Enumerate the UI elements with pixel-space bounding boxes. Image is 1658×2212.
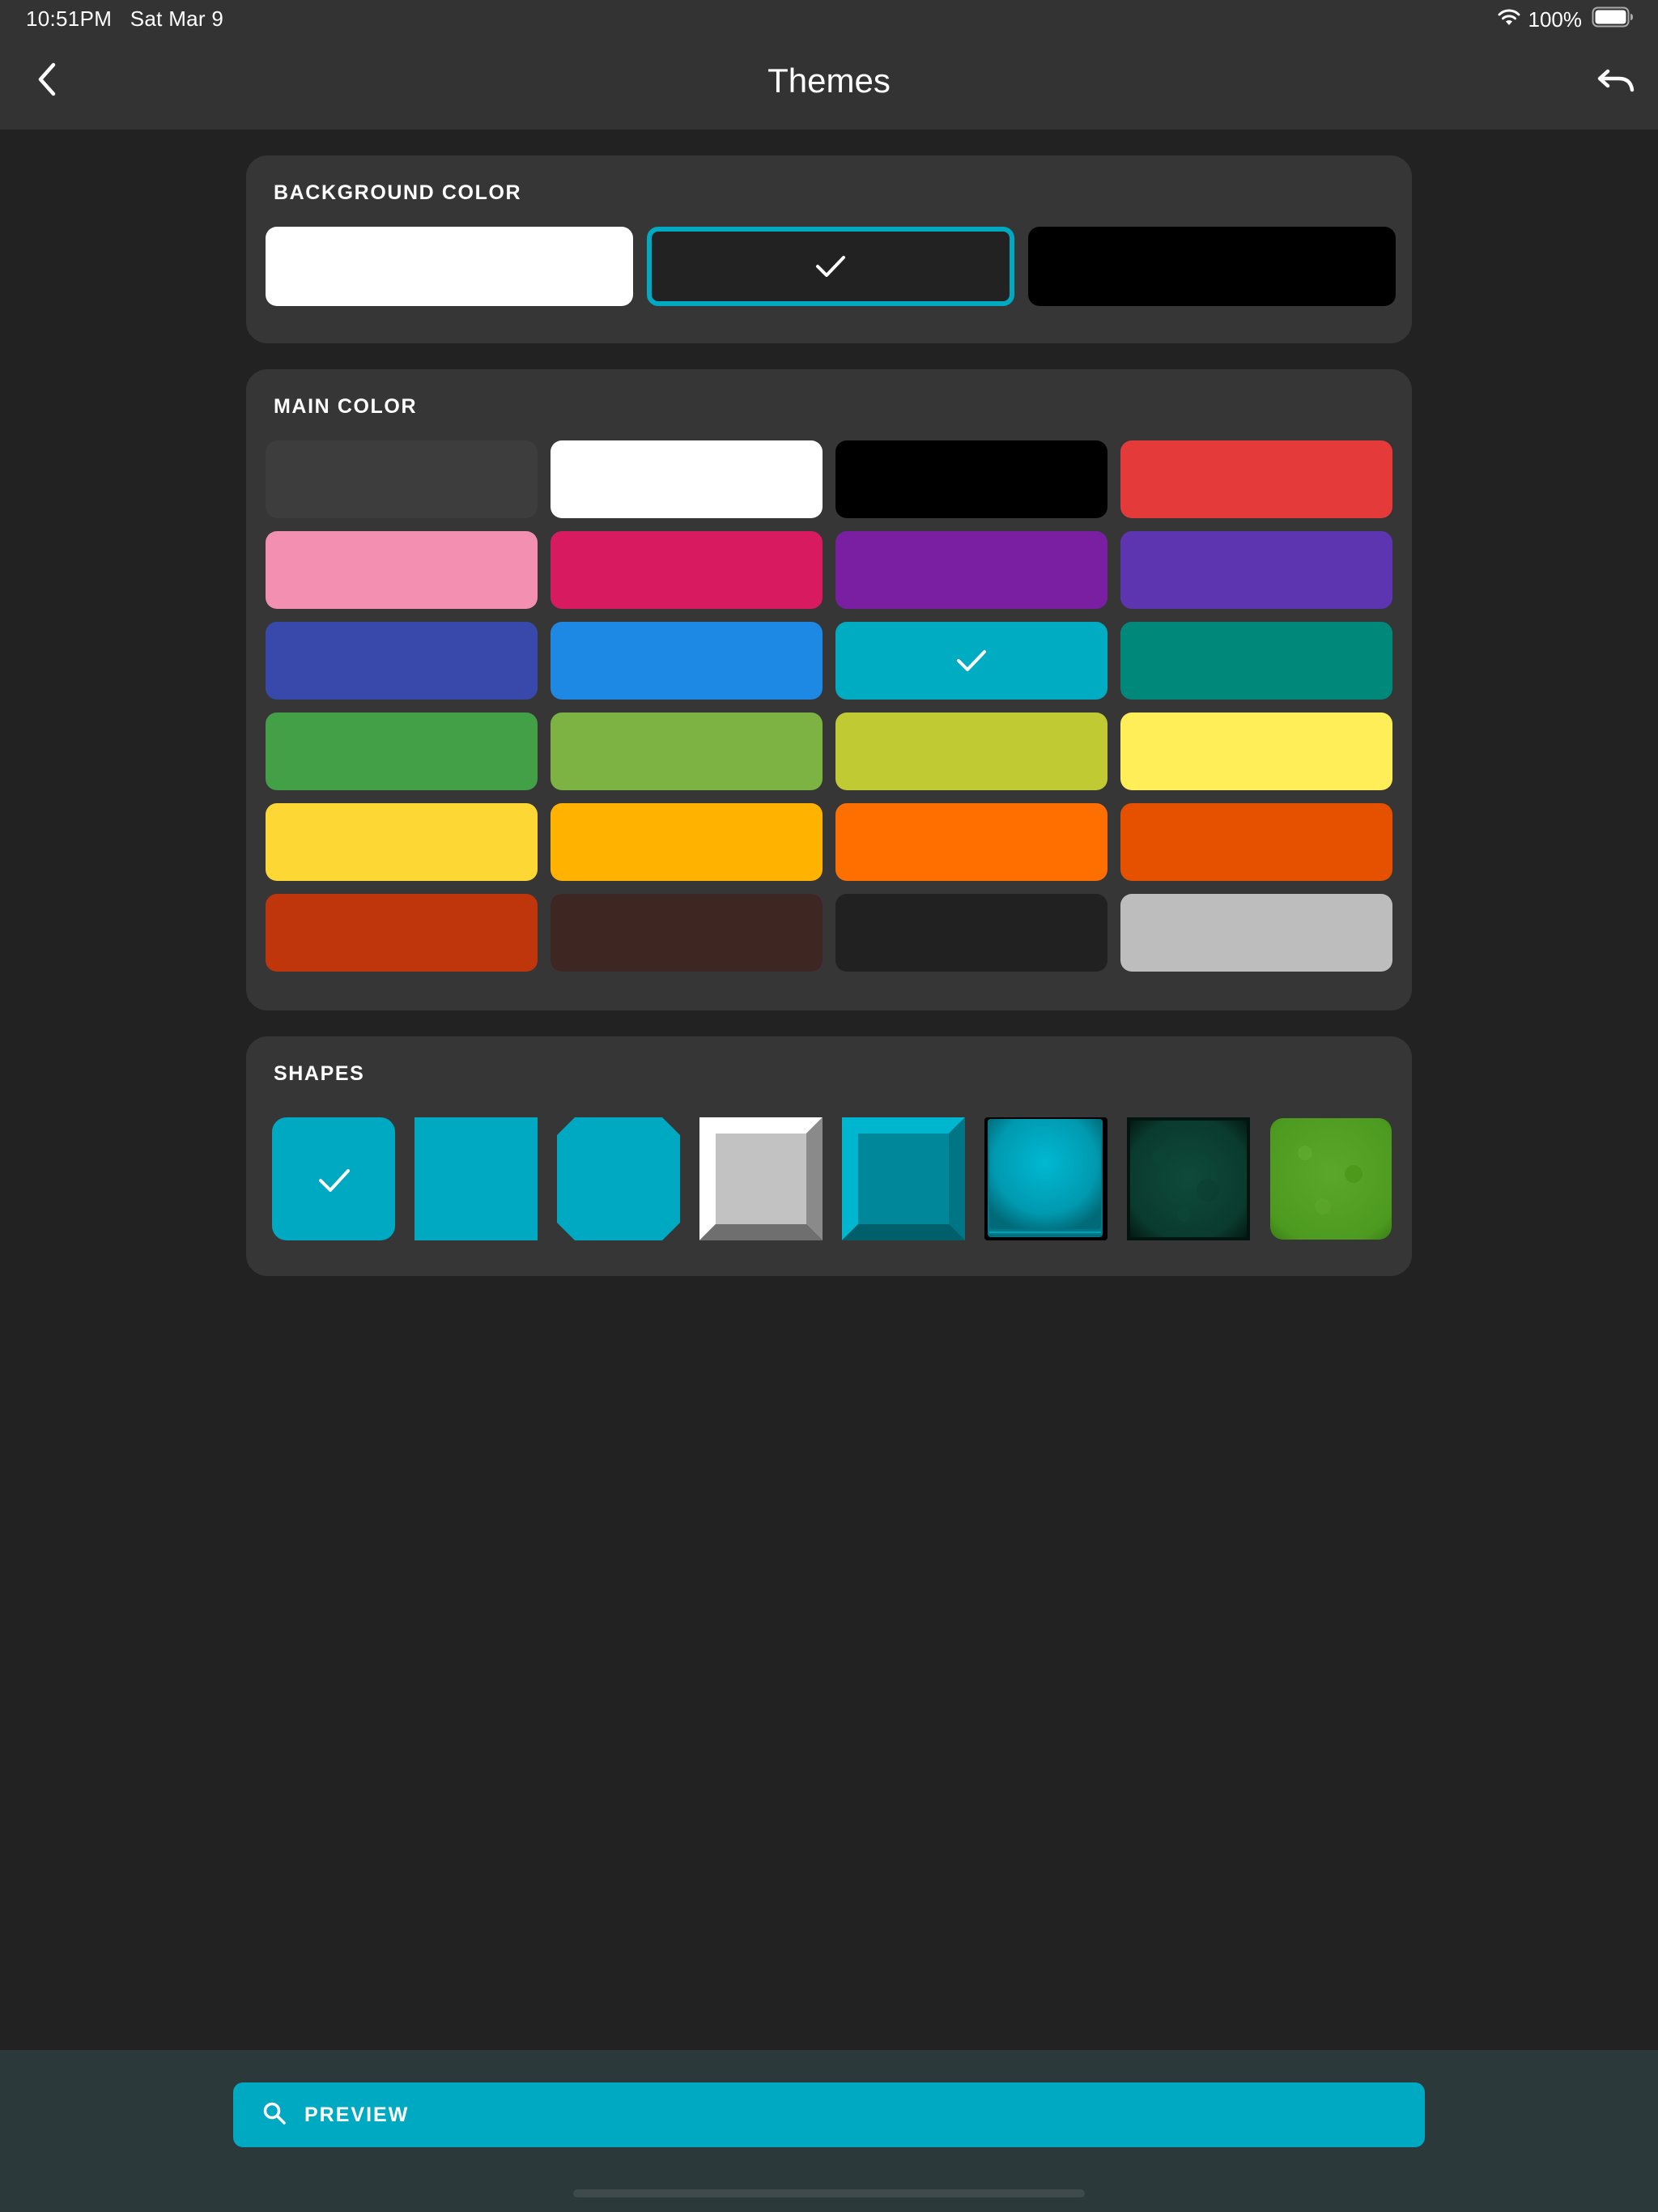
checkmark-icon — [957, 650, 986, 671]
main-color-swatch-brown[interactable] — [551, 894, 823, 972]
wifi-icon — [1496, 7, 1522, 32]
main-color-swatch-red[interactable] — [1120, 440, 1392, 518]
preview-button[interactable]: PREVIEW — [233, 2082, 1425, 2147]
shape-glow-stack[interactable] — [984, 1117, 1107, 1240]
shape-beveled-cyan[interactable] — [842, 1117, 965, 1240]
battery-percent: 100% — [1528, 7, 1583, 32]
main-color-swatch-light-green[interactable] — [551, 713, 823, 790]
main-color-swatch-black[interactable] — [835, 440, 1107, 518]
status-bar: 10:51PM Sat Mar 9 100% — [0, 0, 1658, 39]
search-icon — [262, 2101, 287, 2129]
shape-octagon[interactable] — [557, 1117, 680, 1240]
shapes-title: SHAPES — [274, 1062, 365, 1085]
main-color-card: MAIN COLOR — [246, 369, 1412, 1010]
undo-icon — [1596, 66, 1635, 100]
main-color-swatch-blue[interactable] — [551, 622, 823, 700]
main-color-swatch-lime[interactable] — [835, 713, 1107, 790]
preview-label: PREVIEW — [304, 2103, 410, 2126]
main-color-swatch-magenta[interactable] — [551, 531, 823, 609]
main-color-swatch-green[interactable] — [266, 713, 538, 790]
main-color-swatch-light-gray[interactable] — [1120, 894, 1392, 972]
main-color-swatch-deep-purple[interactable] — [1120, 531, 1392, 609]
background-color-swatches — [266, 227, 1396, 306]
shape-rounded-square[interactable] — [272, 1117, 395, 1240]
main-color-swatch-rust[interactable] — [266, 894, 538, 972]
battery-icon — [1592, 6, 1634, 33]
main-color-swatch-purple[interactable] — [835, 531, 1107, 609]
main-color-swatch-amber-yellow[interactable] — [266, 803, 538, 881]
main-color-swatch-white[interactable] — [551, 440, 823, 518]
shape-square[interactable] — [414, 1117, 538, 1240]
main-color-swatch-deep-orange[interactable] — [1120, 803, 1392, 881]
shapes-card: SHAPES — [246, 1036, 1412, 1276]
page-title: Themes — [767, 62, 891, 100]
background-color-title: BACKGROUND COLOR — [274, 181, 522, 204]
undo-button[interactable] — [1590, 60, 1642, 105]
checkmark-icon — [816, 256, 845, 277]
bottom-bar: PREVIEW — [0, 2050, 1658, 2212]
shape-beveled-gray[interactable] — [699, 1117, 823, 1240]
main-color-swatch-teal[interactable] — [1120, 622, 1392, 700]
main-color-grid — [266, 440, 1396, 972]
main-color-title: MAIN COLOR — [274, 395, 418, 418]
main-color-swatch-cyan[interactable] — [835, 622, 1107, 700]
nav-bar: Themes — [0, 39, 1658, 130]
shapes-row — [267, 1117, 1394, 1242]
shape-dark-green-texture[interactable] — [1127, 1117, 1250, 1240]
main-color-swatch-pink[interactable] — [266, 531, 538, 609]
background-color-card: BACKGROUND COLOR — [246, 155, 1412, 343]
status-time-date: 10:51PM Sat Mar 9 — [26, 6, 224, 31]
shape-grass-texture[interactable] — [1269, 1117, 1392, 1240]
background-swatch-white[interactable] — [266, 227, 633, 306]
background-swatch-black[interactable] — [1028, 227, 1396, 306]
home-indicator — [573, 2189, 1085, 2197]
background-swatch-dark[interactable] — [647, 227, 1014, 306]
main-color-swatch-dark-gray[interactable] — [266, 440, 538, 518]
status-right: 100% — [1496, 6, 1635, 33]
main-color-swatch-amber[interactable] — [551, 803, 823, 881]
main-color-swatch-orange[interactable] — [835, 803, 1107, 881]
main-color-swatch-yellow[interactable] — [1120, 713, 1392, 790]
main-color-swatch-indigo[interactable] — [266, 622, 538, 700]
main-color-swatch-near-black[interactable] — [835, 894, 1107, 972]
